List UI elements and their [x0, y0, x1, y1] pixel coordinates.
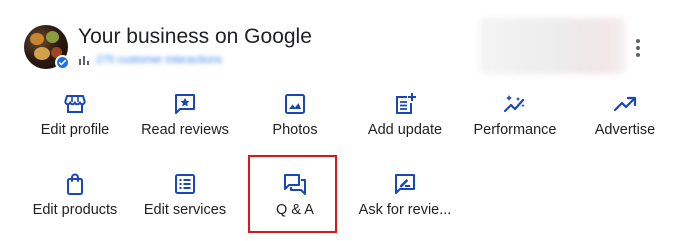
photos-button[interactable]: Photos [240, 84, 350, 150]
page-title: Your business on Google [78, 25, 312, 48]
interactions-line: 275 customer interactions [78, 52, 222, 68]
more-vert-icon[interactable] [628, 36, 648, 60]
add-update-button[interactable]: Add update [350, 84, 460, 150]
avatar-food-2 [46, 31, 59, 43]
advertise-button[interactable]: Advertise [570, 84, 680, 150]
performance-button[interactable]: Performance [460, 84, 570, 150]
sparkle-trend-icon [503, 92, 527, 116]
trending-up-icon [613, 92, 637, 116]
redacted-region [480, 18, 626, 74]
forum-icon [283, 172, 307, 196]
verified-check-icon [55, 55, 70, 70]
edit-services-button[interactable]: Edit services [130, 164, 240, 230]
avatar-food-3 [34, 47, 50, 60]
star-message-icon [173, 92, 197, 116]
edit-profile-button[interactable]: Edit profile [20, 84, 130, 150]
avatar-food-1 [30, 33, 44, 45]
edit-products-button[interactable]: Edit products [20, 164, 130, 230]
shopping-bag-icon [63, 172, 87, 196]
ask-for-reviews-label: Ask for revie... [358, 202, 452, 218]
interactions-link[interactable]: 275 customer interactions [96, 54, 222, 66]
storefront-icon [63, 92, 87, 116]
image-icon [283, 92, 307, 116]
q-and-a-button[interactable]: Q & A [240, 164, 350, 230]
advertise-label: Advertise [594, 122, 656, 138]
read-reviews-button[interactable]: Read reviews [130, 84, 240, 150]
bar-chart-icon [78, 54, 90, 66]
post-add-icon [393, 92, 417, 116]
rate-review-icon [393, 172, 417, 196]
list-icon [173, 172, 197, 196]
ask-for-reviews-button[interactable]: Ask for revie... [350, 164, 460, 230]
